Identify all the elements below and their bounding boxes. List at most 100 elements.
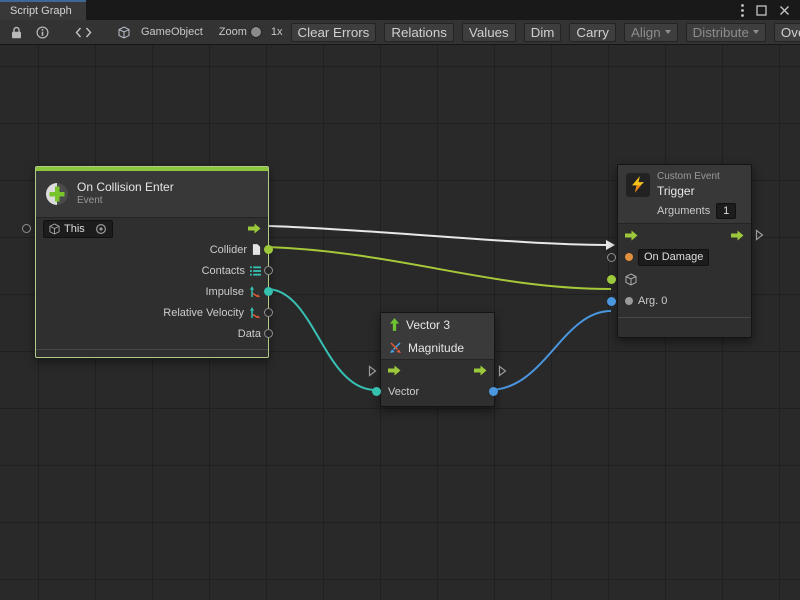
output-row-contacts: Contacts (36, 260, 268, 281)
vector3-arrow-icon (389, 318, 400, 331)
output-row-relative-velocity: Relative Velocity (36, 302, 268, 323)
relations-button[interactable]: Relations (384, 23, 454, 42)
values-button[interactable]: Values (462, 23, 516, 42)
tab-script-graph[interactable]: Script Graph (0, 0, 86, 20)
zoom-slider-handle[interactable] (250, 26, 262, 38)
arguments-label: Arguments (657, 205, 710, 217)
wire-control-arrowhead (606, 240, 615, 250)
node-header[interactable]: Vector 3 Magnitude (381, 313, 494, 360)
clear-errors-button[interactable]: Clear Errors (291, 23, 377, 42)
wire-collider-to-target[interactable] (268, 247, 611, 289)
document-icon (252, 244, 261, 255)
cube-icon (49, 223, 60, 235)
gameobject-label: GameObject (141, 26, 203, 38)
node-footer (36, 349, 268, 358)
code-icon[interactable] (72, 26, 95, 39)
overview-button[interactable]: Overv (774, 23, 800, 42)
align-dropdown[interactable]: Align (624, 23, 678, 42)
relative-velocity-output-port[interactable] (264, 308, 273, 317)
value-port-dot (625, 297, 633, 305)
node-subtitle: Event (77, 195, 174, 208)
control-output-triangle[interactable] (498, 365, 507, 377)
tab-bar: Script Graph (0, 0, 800, 20)
carry-button[interactable]: Carry (569, 23, 616, 42)
wire-magnitude-to-arg0[interactable] (489, 311, 611, 390)
port-label: Contacts (202, 265, 245, 277)
collider-output-port[interactable] (264, 245, 273, 254)
graph-toolbar: GameObject Zoom 1x Clear Errors Relation… (0, 20, 800, 45)
window-controls (741, 0, 800, 20)
tab-label: Script Graph (10, 5, 72, 17)
port-label: Vector (388, 386, 419, 398)
dim-button[interactable]: Dim (524, 23, 562, 42)
magnitude-arrows-icon (389, 342, 402, 354)
arguments-count-field[interactable]: 1 (716, 203, 736, 219)
control-output-arrow-icon[interactable] (248, 223, 261, 234)
vector-input-port[interactable] (372, 387, 381, 396)
info-icon[interactable] (33, 25, 52, 40)
target-row (618, 268, 751, 290)
data-output-port[interactable] (264, 329, 273, 338)
zoom-value: 1x (271, 26, 283, 38)
wire-control-flow[interactable] (268, 226, 606, 245)
node-subtitle: Magnitude (408, 341, 464, 355)
control-input-arrow-icon[interactable] (625, 230, 638, 241)
vector-axes-icon (249, 286, 261, 298)
graph-canvas[interactable]: On Collision Enter Event This (0, 45, 800, 600)
target-value: This (64, 223, 85, 235)
lock-icon[interactable] (8, 25, 25, 40)
control-output-arrow-icon[interactable] (731, 230, 744, 241)
output-row-data: Data (36, 323, 268, 344)
node-title: Trigger (657, 184, 720, 199)
cube-icon (625, 273, 637, 286)
contacts-output-port[interactable] (264, 266, 273, 275)
node-title: On Collision Enter (77, 180, 174, 195)
maximize-icon[interactable] (756, 5, 767, 16)
vector-axes-icon (249, 307, 261, 319)
control-output-triangle[interactable] (755, 229, 764, 241)
event-name-row: On Damage (618, 246, 751, 268)
list-icon (250, 266, 261, 276)
event-name-value: On Damage (644, 251, 703, 263)
event-plus-icon (44, 181, 70, 207)
chevron-down-icon (753, 30, 759, 34)
control-input-arrow-icon[interactable] (388, 365, 401, 376)
node-vector3-magnitude[interactable]: Vector 3 Magnitude (380, 312, 495, 407)
script-graph-window: Script Graph GameObject (0, 0, 800, 600)
node-kind: Custom Event (657, 171, 720, 184)
event-name-input-port[interactable] (607, 253, 616, 262)
menu-dots-icon[interactable] (741, 4, 744, 17)
node-custom-event-trigger[interactable]: Custom Event Trigger Arguments 1 (617, 164, 752, 338)
magnitude-output-port[interactable] (489, 387, 498, 396)
node-header[interactable]: Custom Event Trigger Arguments 1 (618, 165, 751, 224)
target-input-port[interactable] (607, 275, 616, 284)
target-picker-icon[interactable] (95, 223, 107, 235)
gameobject-cube-icon (115, 25, 133, 40)
control-flow-row (618, 224, 751, 246)
chevron-down-icon (665, 30, 671, 34)
node-title: Vector 3 (406, 318, 450, 332)
node-footer (618, 317, 751, 326)
port-label: Collider (210, 244, 247, 256)
target-field[interactable]: This (43, 220, 113, 238)
distribute-dropdown[interactable]: Distribute (686, 23, 766, 42)
vector-input-row: Vector (381, 381, 494, 402)
port-label: Arg. 0 (638, 295, 667, 307)
control-output-arrow-icon[interactable] (474, 365, 487, 376)
arg0-row: Arg. 0 (618, 290, 751, 312)
wire-impulse-to-vector[interactable] (268, 289, 376, 390)
impulse-output-port[interactable] (264, 287, 273, 296)
arg0-input-port[interactable] (607, 297, 616, 306)
string-port-dot (625, 253, 633, 261)
close-icon[interactable] (779, 5, 790, 16)
event-name-field[interactable]: On Damage (638, 249, 709, 266)
node-on-collision-enter[interactable]: On Collision Enter Event This (35, 166, 269, 358)
control-input-triangle[interactable] (368, 365, 377, 377)
target-row: This (36, 218, 268, 239)
port-label: Relative Velocity (163, 307, 244, 319)
output-row-collider: Collider (36, 239, 268, 260)
output-row-impulse: Impulse (36, 281, 268, 302)
port-label: Data (238, 328, 261, 340)
node-header[interactable]: On Collision Enter Event (36, 171, 268, 218)
target-input-port[interactable] (22, 224, 31, 233)
